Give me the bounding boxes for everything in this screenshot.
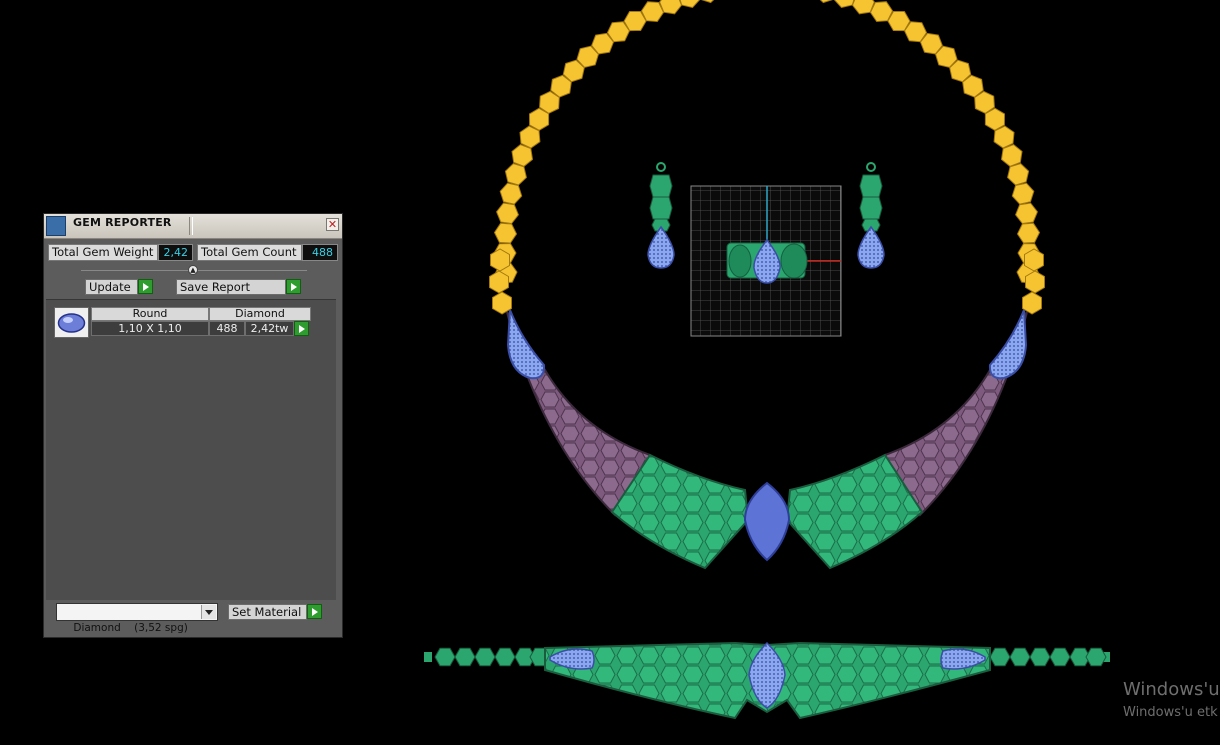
flat-chain-link	[989, 647, 1011, 667]
gold-link	[679, 0, 701, 9]
collapse-toggle-icon[interactable]: ▲	[188, 265, 198, 275]
gold-link	[489, 270, 509, 294]
gem-list: Round Diamond 1,10 X 1,10 488 2,42tw	[46, 299, 336, 600]
update-button[interactable]: Update	[85, 279, 138, 295]
gold-link	[1016, 222, 1041, 244]
flat-chain-link	[494, 647, 516, 667]
necklace-collar	[506, 309, 1028, 570]
flat-necklace	[424, 641, 1110, 720]
flat-chain-link	[434, 647, 456, 667]
gem-weight-cell: 2,42tw	[245, 321, 294, 336]
total-gem-count-label: Total Gem Count	[197, 244, 302, 261]
gem-row-go-icon[interactable]	[294, 321, 309, 336]
flat-chain-link	[1049, 647, 1071, 667]
gem-count-cell: 488	[209, 321, 245, 336]
gem-reporter-panel: GEM REPORTER ✕ Total Gem Weight 2,42 Tot…	[43, 213, 343, 638]
column-shape-header: Round	[91, 307, 209, 321]
earring-right	[857, 162, 885, 269]
flat-chain-link	[1009, 647, 1031, 667]
flat-chain-link	[474, 647, 496, 667]
gold-link	[1015, 202, 1038, 225]
gold-link	[1000, 144, 1023, 167]
flat-chain-link	[1085, 647, 1107, 667]
flat-chain-link	[1029, 647, 1051, 667]
save-report-go-icon[interactable]	[286, 279, 301, 294]
update-go-icon[interactable]	[138, 279, 153, 294]
set-material-go-icon[interactable]	[307, 604, 322, 619]
flat-chain-link	[454, 647, 476, 667]
gold-link	[984, 107, 1006, 131]
windows-activation-subtext: Windows'u etk	[1123, 705, 1218, 720]
gold-link	[701, 0, 715, 4]
set-material-button[interactable]: Set Material	[228, 604, 307, 620]
gold-link	[640, 1, 665, 23]
gold-link	[833, 0, 855, 9]
close-icon[interactable]: ✕	[326, 218, 339, 231]
gold-link	[504, 163, 527, 186]
gold-link	[1011, 182, 1035, 205]
gold-link	[1007, 163, 1030, 186]
panel-title: GEM REPORTER	[73, 216, 172, 229]
gem-reporter-icon	[46, 216, 66, 236]
earring-left	[647, 162, 675, 269]
gold-link	[1022, 291, 1042, 315]
column-material-header: Diamond	[209, 307, 311, 321]
total-gem-weight-value: 2,42	[158, 244, 193, 261]
chevron-down-icon[interactable]	[201, 605, 216, 619]
gold-link	[993, 125, 1015, 149]
collar-purple-left	[506, 311, 652, 517]
gold-link	[511, 144, 534, 167]
gold-link	[819, 0, 833, 4]
round-gem-thumbnail[interactable]	[54, 307, 89, 338]
gold-link	[490, 248, 510, 272]
material-select[interactable]: Diamond (3,52 spg)	[56, 603, 218, 634]
gem-size-cell: 1,10 X 1,10	[91, 321, 209, 336]
material-select-value: Diamond (3,52 spg)	[73, 622, 188, 634]
gem-drop-center	[743, 481, 791, 562]
gold-link	[499, 182, 523, 205]
gem-drop-left	[506, 309, 546, 380]
titlebar-separator	[189, 217, 193, 235]
panel-titlebar[interactable]: GEM REPORTER ✕	[44, 214, 342, 239]
total-gem-count-value: 488	[302, 244, 338, 261]
gold-link	[496, 202, 519, 225]
gold-link	[1024, 248, 1044, 272]
gold-link	[1025, 270, 1045, 294]
total-gem-weight-label: Total Gem Weight	[48, 244, 158, 261]
ring-preview-grid	[690, 185, 842, 337]
gold-link	[493, 222, 518, 244]
collar-purple-right	[883, 311, 1028, 517]
gold-link	[492, 291, 512, 315]
gem-drop-right	[988, 309, 1028, 380]
save-report-button[interactable]: Save Report	[176, 279, 286, 295]
windows-activation-watermark: Windows'u	[1123, 679, 1220, 700]
